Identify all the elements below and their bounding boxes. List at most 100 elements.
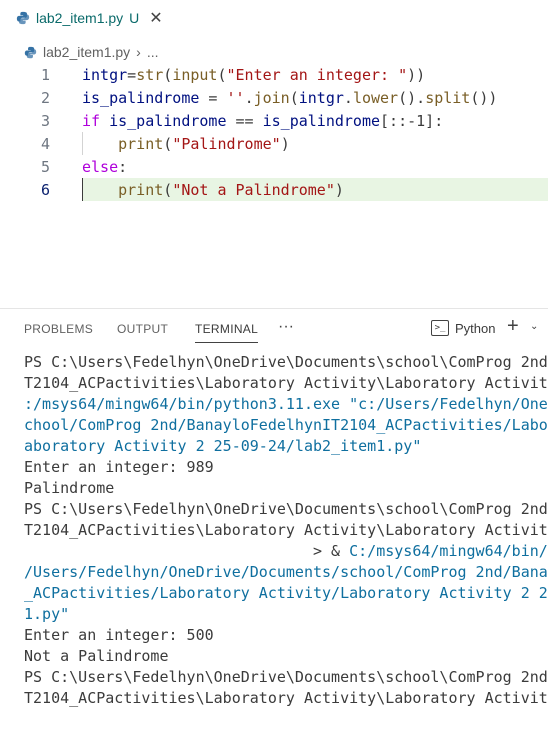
terminal-line: Enter an integer: 500 [24,625,548,646]
python-file-icon [24,46,37,58]
code-token: ( [163,181,173,199]
terminal-text: Not a Palindrome [24,647,169,665]
terminal-line: :/msys64/mingw64/bin/python3.11.exe "c:/… [24,394,548,415]
terminal-text: > & [24,542,350,560]
code-line[interactable]: 6 print("Not a Palindrome") [41,178,548,201]
code-token: print [118,135,164,153]
code-token: ( [163,66,173,84]
terminal-icon: >_ [431,320,449,336]
code-token: ()) [470,89,498,107]
code-token: else [82,158,119,176]
code-token: is_palindrome [82,89,200,107]
close-icon[interactable]: ✕ [149,8,162,28]
code-token: intgr [298,89,344,107]
line-number: 4 [40,135,50,153]
code-token: )) [407,66,426,84]
terminal-line: aboratory Activity 2 25-09-24/lab2_item1… [24,436,548,457]
code-token: input [172,66,218,84]
code-token: . [343,89,353,107]
terminal-line: chool/ComProg 2nd/BanayloFedelhynIT2104_… [24,415,548,436]
tab-filename: lab2_item1.py [36,10,124,26]
code-token: (). [398,89,426,107]
line-number: 3 [40,112,50,130]
terminal-line: /Users/Fedelhyn/OneDrive/Documents/schoo… [24,562,548,583]
terminal-shell-name: Python [455,320,496,336]
new-terminal-icon[interactable]: + [507,315,519,338]
terminal-line: Not a Palindrome [24,646,548,667]
breadcrumb: lab2_item1.py › ... [0,38,159,66]
chevron-right-icon: › [136,44,141,60]
code-token: intgr [82,66,128,84]
text-cursor [82,178,83,201]
code-line[interactable]: 1 intgr=str(input("Enter an integer: ")) [0,63,548,86]
indent-guide [82,132,83,155]
panel-tabs: PROBLEMS OUTPUT TERMINAL ··· >_ Python +… [0,309,548,351]
code-token: ) [334,181,344,199]
code-token: ( [289,89,299,107]
terminal-text: T2104_ACPactivities\Laboratory Activity\… [24,689,548,707]
code-token: ) [280,135,290,153]
terminal-text: T2104_ACPactivities\Laboratory Activity\… [24,374,548,392]
code-token: "Not a Palindrome" [172,181,335,199]
code-editor[interactable]: 1 intgr=str(input("Enter an integer: ")) 2… [0,63,548,303]
terminal-path-text[interactable]: chool/ComProg 2nd/BanayloFedelhynIT2104_… [24,416,548,434]
terminal-text: T2104_ACPactivities\Laboratory Activity\… [24,521,548,539]
code-token: '' [226,89,245,107]
code-token: = [199,89,227,107]
code-token: lower [352,89,399,107]
code-line[interactable]: 2 is_palindrome = ''.join(intgr.lower().s… [0,86,548,109]
code-token: join [253,89,290,107]
terminal-text: PS C:\Users\Fedelhyn\OneDrive\Documents\… [24,500,548,518]
code-token: is_palindrome [262,112,381,130]
terminal-path-text[interactable]: :/msys64/mingw64/bin/python3.11.exe "c:/… [24,395,548,413]
more-actions-icon[interactable]: ··· [278,318,294,336]
terminal-output[interactable]: PS C:\Users\Fedelhyn\OneDrive\Documents\… [24,352,548,709]
code-token: print [118,181,164,199]
chevron-down-icon[interactable]: ⌄ [530,321,538,332]
python-file-icon [16,11,30,25]
terminal-path-text[interactable]: /Users/Fedelhyn/OneDrive/Documents/schoo… [24,563,548,581]
line-number: 5 [40,158,50,176]
code-token: [::-1]: [380,112,444,130]
tab-problems[interactable]: PROBLEMS [24,322,93,336]
breadcrumb-file[interactable]: lab2_item1.py [43,44,130,60]
terminal-text: Palindrome [24,479,115,497]
terminal-line: T2104_ACPactivities\Laboratory Activity\… [24,520,548,541]
terminal-selector[interactable]: >_ Python [431,320,495,336]
terminal-path-text[interactable]: aboratory Activity 2 25-09-24/lab2_item1… [24,437,421,455]
terminal-line: _ACPactivities/Laboratory Activity/Labor… [24,583,548,604]
editor-tab[interactable]: lab2_item1.py U ✕ [0,0,173,36]
editor-tab-bar: lab2_item1.py U ✕ [0,0,548,36]
tab-terminal[interactable]: TERMINAL [195,322,259,343]
code-line[interactable]: 3 if is_palindrome == is_palindrome[::-1]… [0,109,548,132]
terminal-line: Palindrome [24,478,548,499]
code-token: split [425,89,471,107]
terminal-text: PS C:\Users\Fedelhyn\OneDrive\Documents\… [24,668,548,686]
code-line[interactable]: 5 else: [0,155,548,178]
terminal-path-text[interactable]: _ACPactivities/Laboratory Activity/Labor… [24,584,548,602]
breadcrumb-more[interactable]: ... [147,44,159,60]
tab-git-status-badge: U [129,10,140,26]
code-token: ( [217,66,227,84]
tab-output[interactable]: OUTPUT [117,322,168,336]
line-number: 1 [40,66,50,84]
terminal-line: 1.py" [24,604,548,625]
terminal-line: T2104_ACPactivities\Laboratory Activity\… [24,373,548,394]
terminal-line: Enter an integer: 989 [24,457,548,478]
code-token: == [226,112,263,130]
code-token: "Enter an integer: " [226,66,408,84]
code-token: is_palindrome [109,112,227,130]
terminal-path-text[interactable]: C:/msys64/mingw64/bin/py [349,542,548,560]
terminal-line: PS C:\Users\Fedelhyn\OneDrive\Documents\… [24,352,548,373]
code-token: = [127,66,137,84]
code-token: if [82,112,101,130]
code-token: str [136,66,164,84]
terminal-text: Enter an integer: 989 [24,458,214,476]
terminal-path-text[interactable]: 1.py" [24,605,69,623]
code-text: print("Palindrome") [82,135,290,153]
code-token: . [244,89,254,107]
terminal-line: T2104_ACPactivities\Laboratory Activity\… [24,688,548,709]
